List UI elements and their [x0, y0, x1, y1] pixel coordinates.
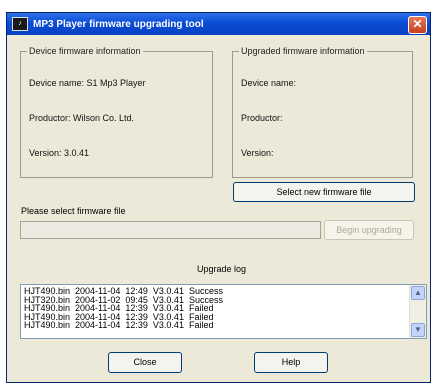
firmware-file-field[interactable]	[20, 221, 321, 239]
device-name-label: Device name: S1 Mp3 Player	[29, 78, 146, 88]
window-title: MP3 Player firmware upgrading tool	[33, 18, 204, 30]
title-bar[interactable]: ♪ MP3 Player firmware upgrading tool ✕	[7, 13, 430, 35]
close-window-button[interactable]: ✕	[408, 16, 427, 34]
upgraded-version-label: Version:	[241, 148, 274, 158]
help-button[interactable]: Help	[254, 352, 328, 373]
upgraded-firmware-info-legend: Upgraded firmware information	[239, 46, 367, 56]
device-firmware-info-legend: Device firmware information	[27, 46, 143, 56]
upgrade-log-lines: HJT490.bin 2004-11-04 12:49 V3.0.41 Succ…	[21, 285, 426, 330]
select-firmware-label: Please select firmware file	[21, 206, 126, 216]
close-button[interactable]: Close	[108, 352, 182, 373]
upgraded-firmware-info-group: Upgraded firmware information Device nam…	[232, 46, 413, 178]
scroll-down-icon[interactable]: ▼	[411, 323, 425, 337]
upgrade-log-list[interactable]: HJT490.bin 2004-11-04 12:49 V3.0.41 Succ…	[20, 284, 427, 339]
scroll-up-icon[interactable]: ▲	[411, 286, 425, 300]
app-window: ♪ MP3 Player firmware upgrading tool ✕ D…	[6, 12, 431, 383]
log-entry[interactable]: HJT490.bin 2004-11-04 12:39 V3.0.41 Fail…	[21, 321, 426, 330]
upgraded-device-name-label: Device name:	[241, 78, 297, 88]
version-label: Version: 3.0.41	[29, 148, 90, 158]
select-firmware-button[interactable]: Select new firmware file	[233, 182, 415, 202]
productor-label: Productor: Wilson Co. Ltd.	[29, 113, 135, 123]
upgrade-log-title: Upgrade log	[197, 264, 247, 274]
begin-upgrading-button[interactable]: Begin upgrading	[324, 220, 414, 240]
device-firmware-info-group: Device firmware information Device name:…	[20, 46, 213, 178]
app-icon: ♪	[12, 17, 28, 31]
upgraded-productor-label: Productor:	[241, 113, 283, 123]
log-scrollbar[interactable]: ▲ ▼	[409, 285, 426, 338]
